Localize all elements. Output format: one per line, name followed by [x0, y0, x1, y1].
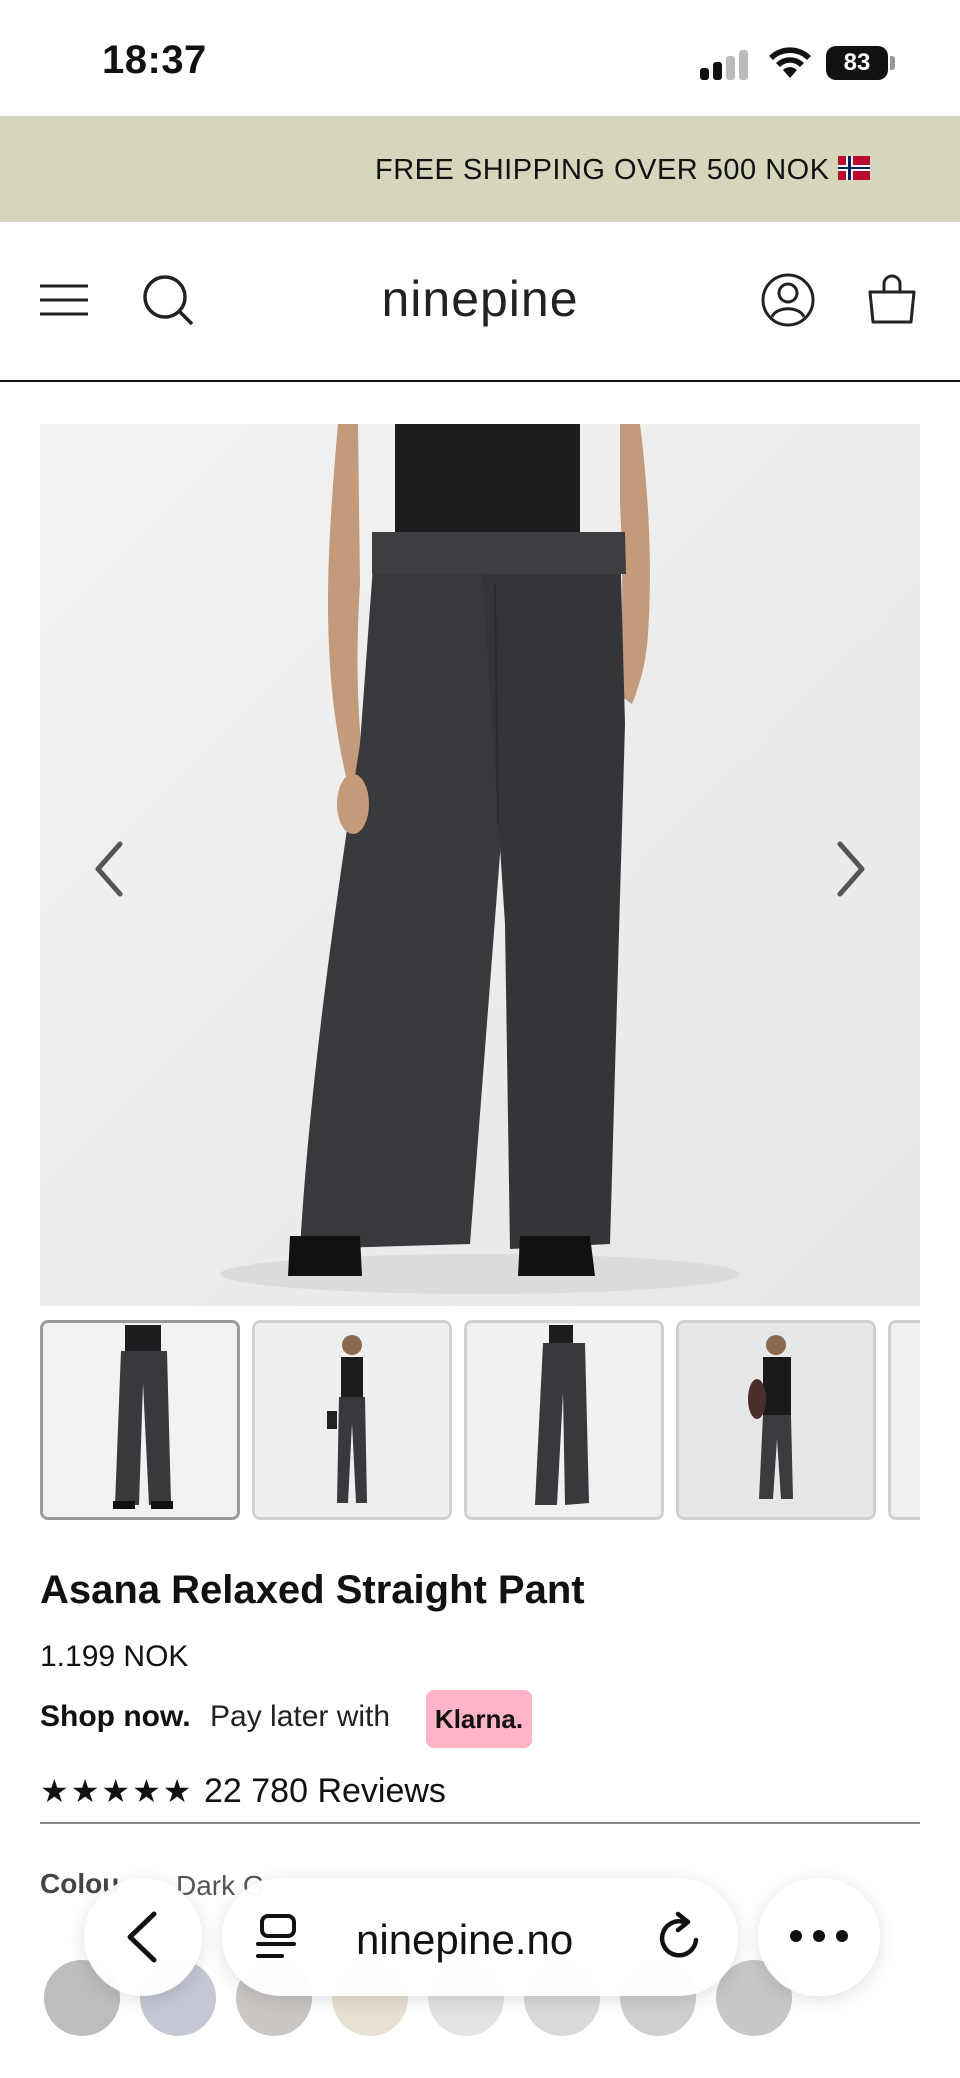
- product-photo: [40, 424, 920, 1306]
- rating-row[interactable]: ★★★★★ 22 780 Reviews: [40, 1770, 920, 1820]
- thumbnail-4[interactable]: [676, 1320, 876, 1520]
- status-time: 18:37: [102, 38, 207, 82]
- wifi-icon: [769, 47, 811, 78]
- url-text[interactable]: ninepine.no: [356, 1916, 573, 1964]
- klarna-row: Shop now. Pay later with Klarna.: [40, 1690, 640, 1752]
- status-bar: 18:37 83: [0, 0, 960, 116]
- battery-level: 83: [826, 46, 888, 80]
- thumbnail-5[interactable]: [888, 1320, 920, 1520]
- site-logo[interactable]: ninepine: [0, 270, 960, 328]
- reload-icon[interactable]: [654, 1910, 706, 1964]
- thumbnail-1[interactable]: [40, 1320, 240, 1520]
- browser-back-button[interactable]: [84, 1878, 202, 1996]
- account-icon[interactable]: [760, 272, 816, 328]
- more-button[interactable]: [758, 1878, 880, 1996]
- announcement-text: FREE SHIPPING OVER 500 NOK: [375, 154, 830, 186]
- reader-icon[interactable]: [254, 1912, 302, 1962]
- product-price: 1.199 NOK: [40, 1640, 189, 1673]
- product-main-image[interactable]: [40, 424, 920, 1306]
- shop-now-text: Shop now.: [40, 1700, 191, 1733]
- pay-later-text: Pay later with: [210, 1700, 391, 1733]
- bag-icon[interactable]: [864, 272, 920, 328]
- divider: [40, 1822, 920, 1824]
- address-bar[interactable]: ninepine.no: [222, 1878, 738, 1996]
- more-icon: [790, 1930, 848, 1942]
- rating-stars: ★★★★★: [40, 1773, 194, 1809]
- thumbnail-3[interactable]: [464, 1320, 664, 1520]
- chevron-left-icon[interactable]: [80, 834, 140, 904]
- back-icon: [127, 1911, 157, 1963]
- chevron-right-icon[interactable]: [820, 834, 880, 904]
- signal-icon: [700, 48, 752, 80]
- product-title: Asana Relaxed Straight Pant: [40, 1568, 585, 1612]
- norway-flag-icon: [838, 156, 870, 180]
- reviews-count[interactable]: 22 780 Reviews: [204, 1772, 446, 1811]
- thumbnail-2[interactable]: [252, 1320, 452, 1520]
- announcement-bar: FREE SHIPPING OVER 500 NOK: [0, 116, 960, 222]
- klarna-badge[interactable]: Klarna.: [426, 1690, 532, 1748]
- battery-icon: 83: [826, 46, 896, 80]
- thumbnail-strip: [40, 1320, 920, 1522]
- site-header: ninepine: [0, 222, 960, 382]
